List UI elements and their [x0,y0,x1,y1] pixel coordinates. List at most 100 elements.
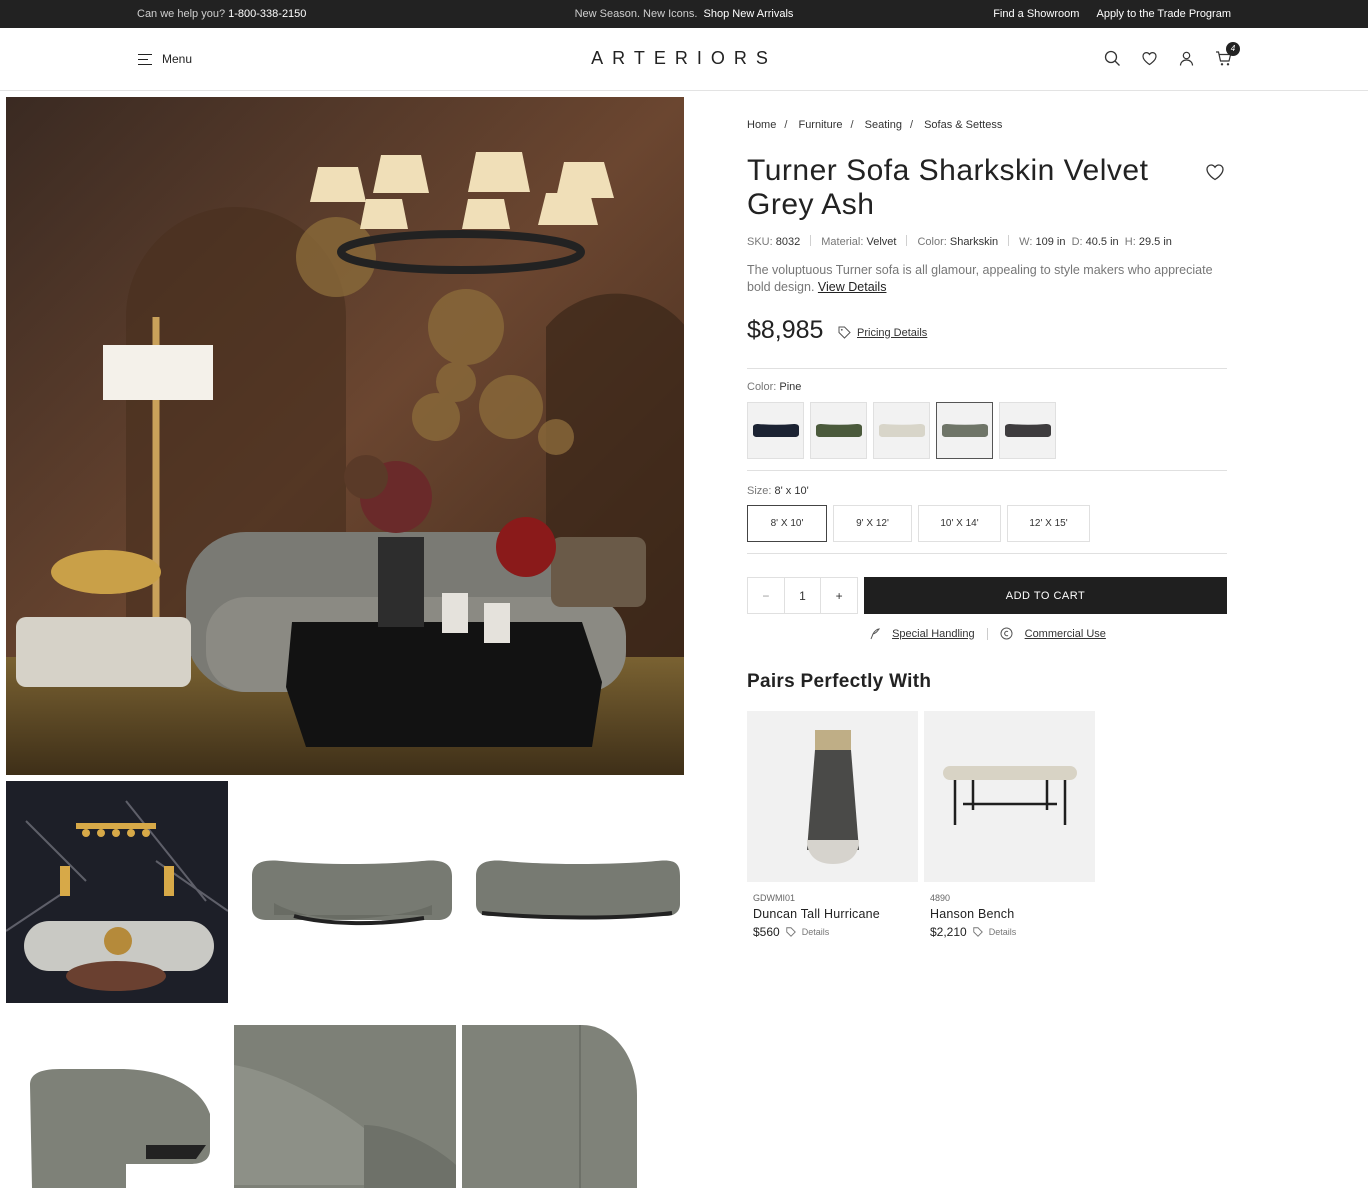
utility-links: Find a Showroom Apply to the Trade Progr… [979,8,1231,20]
product-hero-image[interactable] [6,97,684,775]
breadcrumb-home[interactable]: Home [747,119,776,131]
quantity-decrease-button[interactable]: − [748,578,784,613]
size-option-button[interactable]: 9' X 12' [833,505,912,542]
material-value: Velvet [866,236,897,248]
trade-program-link[interactable]: Apply to the Trade Program [1096,8,1231,20]
material-label: Material: [821,236,864,248]
sofa-front-image [252,860,452,926]
pair-product-card[interactable]: GDWMI01 Duncan Tall Hurricane $560 Detai… [747,711,918,939]
color-swatch[interactable] [873,402,930,459]
pair-product-image[interactable] [747,711,918,882]
cart-count-badge: 4 [1226,42,1240,56]
color-swatch[interactable] [936,402,993,459]
commercial-use-icon [1000,627,1013,640]
pair-product-card[interactable]: 4890 Hanson Bench $2,210 Details [924,711,1095,939]
sofa-swatch-image [752,423,799,437]
tag-icon [786,927,796,937]
service-links: Special Handling Commercial Use [747,627,1227,640]
sofa-back-image [462,1025,637,1188]
heart-icon[interactable] [1141,50,1158,67]
sofa-swatch-image [1004,423,1051,437]
divider [747,368,1227,369]
tag-icon [973,927,983,937]
divider [906,235,908,246]
selected-color: Pine [779,381,802,393]
pair-product-details-link[interactable]: Details [802,927,830,937]
gallery-thumb-2[interactable] [234,781,456,1003]
quantity-input[interactable]: 1 [783,578,822,613]
breadcrumb-sofas[interactable]: Sofas & Settess [924,119,1002,131]
color-label: Color: [917,236,947,248]
breadcrumb: Home / Furniture / Seating / Sofas & Settes… [747,119,1003,131]
breadcrumb-furniture[interactable]: Furniture [798,119,842,131]
view-details-link[interactable]: View Details [818,280,887,294]
sofa-side-image [476,860,680,920]
user-icon[interactable] [1178,50,1195,67]
product-price: $8,985 [747,316,824,344]
bench-image [942,765,1077,825]
pair-product-name[interactable]: Hanson Bench [930,907,1095,921]
gallery-thumb-5[interactable] [234,1025,456,1188]
pricing-details-link[interactable]: Pricing Details [857,327,927,339]
pair-product-details-link[interactable]: Details [989,927,1017,937]
size-options: 8' X 10' 9' X 12' 10' X 14' 12' X 15' [747,505,1090,542]
pair-product-price: $2,210 [930,925,967,939]
top-announcement-bar: Can we help you? 1-800-338-2150 New Seas… [0,0,1368,28]
pair-product-price-row: $2,210 Details [930,925,1095,939]
special-handling-link[interactable]: Special Handling [892,628,975,640]
shop-new-arrivals-link[interactable]: Shop New Arrivals [704,8,794,20]
gallery-thumb-3[interactable] [462,781,684,1003]
wishlist-heart-icon[interactable] [1205,163,1225,181]
breadcrumb-seating[interactable]: Seating [865,119,902,131]
divider [1008,235,1010,246]
pricing-details[interactable]: Pricing Details [838,326,927,339]
pair-product-sku: GDWMI01 [753,893,796,903]
dark-room-scene-image [6,781,228,1003]
sku-value: 8032 [775,236,801,248]
quantity-stepper: − 1 + [747,577,858,614]
gallery-thumb-4[interactable] [6,1025,228,1188]
color-swatch[interactable] [747,402,804,459]
pair-product-name[interactable]: Duncan Tall Hurricane [753,907,918,921]
color-swatch[interactable] [810,402,867,459]
size-option-button[interactable]: 8' X 10' [747,505,827,542]
special-handling-icon [870,627,881,639]
sofa-angle-image [30,1069,210,1188]
color-swatches [747,402,1056,459]
color-option-label: Color: Pine [747,381,802,393]
pair-product-price-row: $560 Details [753,925,918,939]
depth-value: 40.5 in [1085,236,1119,248]
product-title: Turner Sofa Sharkskin Velvet Grey Ash [747,154,1149,221]
height-label: H: [1124,236,1136,248]
width-value: 109 in [1035,236,1066,248]
pairs-section-title: Pairs Perfectly With [747,671,932,692]
pair-product-image[interactable] [924,711,1095,882]
divider [747,553,1227,554]
living-room-scene-image [6,97,684,775]
product-description: The voluptuous Turner sofa is all glamou… [747,262,1217,296]
divider [747,470,1227,471]
size-option-label: Size: 8' x 10' [747,485,809,497]
sofa-detail-image [234,1025,456,1188]
gallery-thumb-6[interactable] [462,1025,684,1188]
find-showroom-link[interactable]: Find a Showroom [993,8,1079,20]
cart-icon[interactable]: 4 [1215,42,1240,67]
color-swatch[interactable] [999,402,1056,459]
size-option-button[interactable]: 12' X 15' [1007,505,1090,542]
sku-label: SKU: [747,236,773,248]
color-value: Sharkskin [949,236,999,248]
description-text: The voluptuous Turner sofa is all glamou… [747,263,1213,294]
commercial-use-link[interactable]: Commercial Use [1025,628,1106,640]
height-value: 29.5 in [1138,236,1172,248]
pair-product-sku: 4890 [930,893,951,903]
sofa-swatch-image [815,423,862,437]
hurricane-vase-image [806,729,859,864]
add-to-cart-button[interactable]: ADD TO CART [864,577,1227,614]
gallery-thumb-1[interactable] [6,781,228,1003]
divider [986,627,988,640]
size-option-button[interactable]: 10' X 14' [918,505,1001,542]
search-icon[interactable] [1104,50,1121,67]
quantity-increase-button[interactable]: + [821,578,857,613]
promo-text: New Season. New Icons. [574,8,698,20]
depth-label: D: [1071,236,1083,248]
